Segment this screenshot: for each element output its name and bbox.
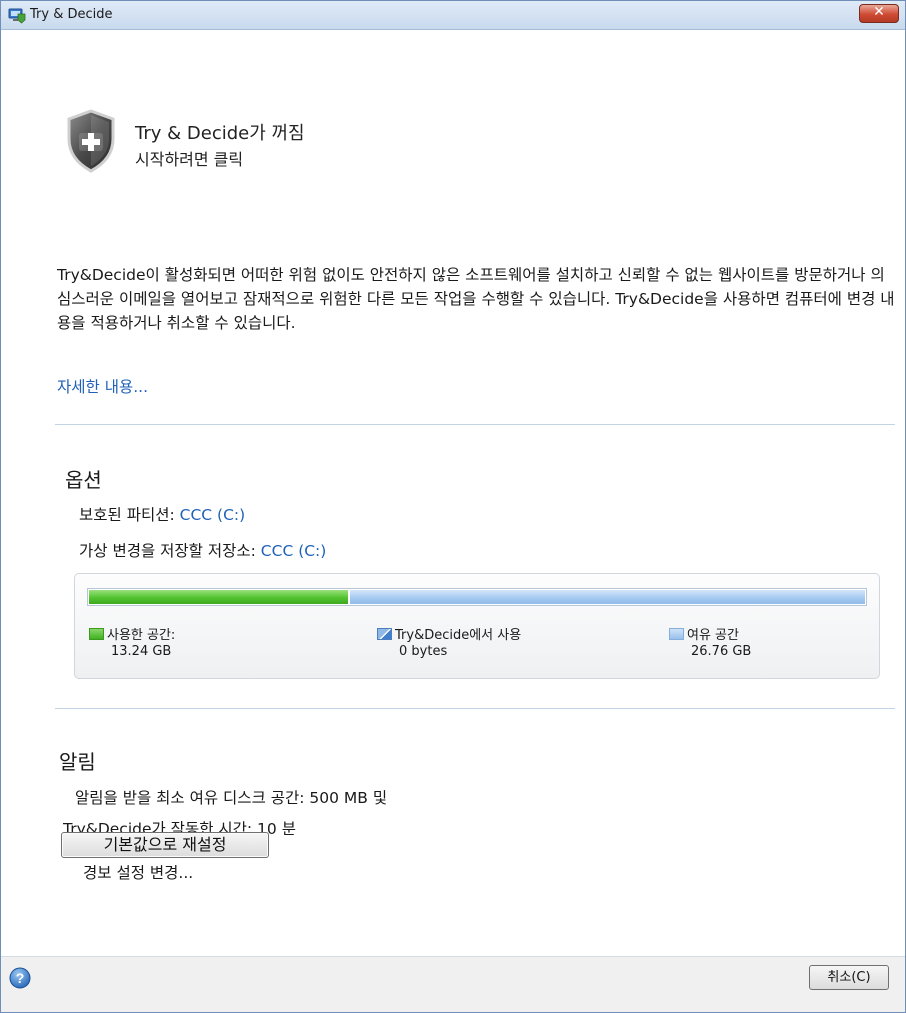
protected-partition-row: 보호된 파티션: CCC (C:) xyxy=(79,503,245,525)
storage-row: 가상 변경을 저장할 저장소: CCC (C:) xyxy=(79,539,326,561)
used-space-swatch xyxy=(89,628,104,640)
trydecide-space-swatch xyxy=(377,628,392,640)
learn-more-link[interactable]: 자세한 내용... xyxy=(57,375,148,397)
app-icon xyxy=(8,8,26,24)
try-decide-window: Try & Decide ✕ Try & Decide가 꺼짐 시작하려면 클릭… xyxy=(0,0,906,1013)
divider xyxy=(55,708,895,709)
help-icon[interactable]: ? xyxy=(9,967,31,989)
alerts-title: 알림 xyxy=(59,750,96,774)
legend-free-value: 26.76 GB xyxy=(691,644,752,659)
legend-trydecide-value: 0 bytes xyxy=(399,644,448,659)
status-subtitle[interactable]: 시작하려면 클릭 xyxy=(135,146,243,170)
legend-trydecide: Try&Decide에서 사용 0 bytes xyxy=(377,628,521,660)
legend-free: 여유 공간 26.76 GB xyxy=(669,628,751,660)
disk-used-fill xyxy=(89,590,348,604)
reset-defaults-button[interactable]: 기본값으로 재설정 xyxy=(61,832,269,858)
shield-plus-icon[interactable] xyxy=(65,109,117,173)
description-text: Try&Decide이 활성화되면 어떠한 위험 없이도 안전하지 않은 소프트… xyxy=(57,266,895,332)
window-title: Try & Decide xyxy=(30,7,113,22)
storage-link[interactable]: CCC (C:) xyxy=(261,542,327,560)
status-title[interactable]: Try & Decide가 꺼짐 xyxy=(135,119,305,145)
alert-threshold-text: 알림을 받을 최소 여유 디스크 공간: 500 MB 및 xyxy=(75,789,388,807)
protected-partition-link[interactable]: CCC (C:) xyxy=(180,506,246,524)
change-alert-settings-link[interactable]: 경보 설정 변경... xyxy=(83,861,193,883)
svg-text:?: ? xyxy=(16,970,25,986)
close-icon: ✕ xyxy=(873,4,885,20)
storage-label: 가상 변경을 저장할 저장소: xyxy=(79,542,261,560)
cancel-button[interactable]: 취소(C) xyxy=(809,965,889,990)
protected-partition-label: 보호된 파티션: xyxy=(79,506,180,524)
disk-usage-bar xyxy=(87,588,867,606)
legend-trydecide-label: Try&Decide에서 사용 xyxy=(395,628,522,643)
footer-bar: ? 취소(C) xyxy=(1,956,905,1012)
legend-used: 사용한 공간: 13.24 GB xyxy=(89,628,175,660)
divider xyxy=(55,424,895,425)
legend-used-value: 13.24 GB xyxy=(111,644,172,659)
disk-free-fill xyxy=(350,590,865,604)
options-title: 옵션 xyxy=(65,468,102,492)
legend-free-label: 여유 공간 xyxy=(687,628,739,643)
free-space-swatch xyxy=(669,628,684,640)
close-button[interactable]: ✕ xyxy=(859,4,899,23)
title-bar: Try & Decide ✕ xyxy=(1,1,905,30)
disk-usage-panel: 사용한 공간: 13.24 GB Try&Decide에서 사용 0 bytes… xyxy=(74,573,880,679)
legend-used-label: 사용한 공간: xyxy=(107,628,176,643)
